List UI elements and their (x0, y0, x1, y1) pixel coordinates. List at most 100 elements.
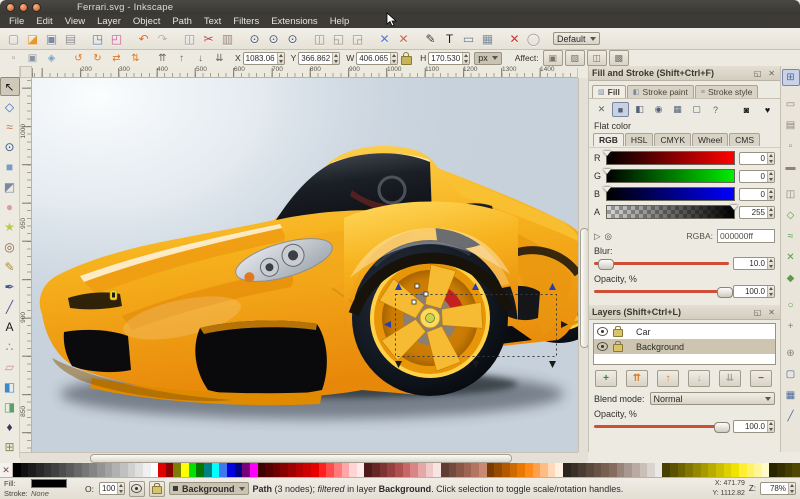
color-space-tab[interactable]: Wheel (692, 133, 728, 146)
palette-swatch[interactable] (647, 463, 655, 477)
tool-button[interactable]: ↖ (0, 77, 20, 96)
palette-swatch[interactable] (525, 463, 533, 477)
command-icon[interactable]: ✕ (375, 30, 394, 48)
layer-visibility-icon[interactable] (597, 327, 608, 336)
palette-swatch[interactable] (288, 463, 296, 477)
paint-type-button[interactable]: ■ (612, 102, 629, 117)
menu-item[interactable]: Filters (228, 15, 264, 28)
blur-slider-handle[interactable] (598, 259, 614, 270)
tool-button[interactable]: ● (0, 197, 20, 216)
channel-input[interactable]: 0 (739, 152, 775, 165)
tool-option-icon[interactable]: ⇄ (107, 50, 126, 66)
palette-swatch[interactable] (372, 463, 380, 477)
menu-item[interactable]: View (60, 15, 90, 28)
palette-swatch[interactable] (471, 463, 479, 477)
palette-swatch[interactable] (387, 463, 395, 477)
command-icon[interactable]: ◪ (23, 30, 42, 48)
tool-button[interactable]: ▱ (0, 358, 20, 377)
menu-item[interactable]: Path (167, 15, 197, 28)
snap-toggle-button[interactable]: ◇ (782, 207, 800, 224)
palette-swatch[interactable] (601, 463, 609, 477)
color-managed-icon[interactable]: ▷ (594, 231, 601, 242)
palette-swatch[interactable] (426, 463, 434, 477)
minimize-window-icon[interactable] (19, 3, 28, 12)
palette-swatch[interactable] (555, 463, 563, 477)
layer-lock-toggle[interactable] (149, 481, 165, 497)
dock-toggle-icon[interactable]: ◱ (752, 69, 764, 78)
command-icon[interactable]: ↷ (153, 30, 172, 48)
palette-swatch[interactable] (464, 463, 472, 477)
tool-option-icon[interactable]: ⇊ (210, 50, 229, 66)
tool-button[interactable]: ⊙ (0, 137, 20, 156)
palette-swatch[interactable] (181, 463, 189, 477)
layer-opacity-input[interactable]: 100.0 (733, 420, 775, 433)
color-space-tab[interactable]: CMS (729, 133, 760, 146)
channel-slider[interactable] (606, 205, 735, 219)
palette-swatch[interactable] (258, 463, 266, 477)
palette-swatch[interactable] (112, 463, 120, 477)
paint-type-button[interactable]: ◧ (631, 102, 648, 117)
command-icon[interactable]: ✂ (199, 30, 218, 48)
palette-swatch[interactable] (594, 463, 602, 477)
layer-action-button[interactable]: − (750, 370, 772, 387)
layer-action-button[interactable]: ⇊ (719, 370, 741, 387)
menu-item[interactable]: Help (325, 15, 355, 28)
tool-button[interactable]: A (0, 318, 20, 337)
palette-swatch[interactable] (97, 463, 105, 477)
command-icon[interactable] (172, 30, 180, 48)
channel-slider-handle[interactable] (603, 169, 611, 174)
palette-swatch[interactable] (494, 463, 502, 477)
palette-swatch[interactable] (158, 463, 166, 477)
layers-header[interactable]: Layers (Shift+Ctrl+L) ◱ ✕ (589, 305, 780, 320)
tool-button[interactable]: ╱ (0, 298, 20, 317)
tool-option-icon[interactable] (145, 50, 153, 66)
palette-swatch[interactable] (693, 463, 701, 477)
palette-swatch[interactable] (204, 463, 212, 477)
tool-option-icon[interactable]: ↻ (88, 50, 107, 66)
palette-swatch[interactable] (785, 463, 793, 477)
command-icon[interactable]: ⊙ (245, 30, 264, 48)
tool-button[interactable]: ♦ (0, 418, 20, 437)
menu-item[interactable]: Edit (31, 15, 57, 28)
tool-button[interactable]: ◨ (0, 398, 20, 417)
channel-input[interactable]: 0 (739, 170, 775, 183)
rgba-input[interactable]: 000000ff (717, 229, 775, 243)
palette-swatch[interactable] (319, 463, 327, 477)
palette-swatch[interactable] (173, 463, 181, 477)
tool-button[interactable]: ≈ (0, 117, 20, 136)
palette-swatch[interactable] (28, 463, 36, 477)
fill-opacity-slider[interactable] (594, 285, 729, 298)
palette-swatch[interactable] (578, 463, 586, 477)
layer-visibility-toggle[interactable] (129, 481, 145, 497)
menu-item[interactable]: Object (128, 15, 165, 28)
palette-swatch[interactable] (349, 463, 357, 477)
tool-option-icon[interactable]: ↺ (69, 50, 88, 66)
palette-swatch[interactable] (609, 463, 617, 477)
vertical-ruler[interactable]: 1000950900850 (20, 78, 32, 452)
menu-item[interactable]: Text (199, 15, 226, 28)
channel-slider[interactable] (606, 169, 735, 183)
command-icon[interactable] (413, 30, 421, 48)
stroke-indicator-value[interactable]: None (31, 489, 49, 498)
palette-swatch[interactable] (640, 463, 648, 477)
command-icon[interactable]: ▢ (4, 30, 23, 48)
palette-swatch[interactable] (212, 463, 220, 477)
snap-toggle-button[interactable]: ▫ (782, 138, 800, 155)
units-dropdown[interactable]: px (474, 52, 502, 65)
tool-option-icon[interactable]: ↓ (191, 50, 210, 66)
tool-option-icon[interactable]: ▫ (4, 50, 23, 66)
palette-swatch[interactable] (403, 463, 411, 477)
palette-swatch[interactable] (571, 463, 579, 477)
channel-slider[interactable] (606, 187, 735, 201)
palette-swatch[interactable] (311, 463, 319, 477)
snap-toggle-button[interactable]: ◫ (782, 186, 800, 203)
palette-swatch[interactable] (242, 463, 250, 477)
palette-swatch[interactable] (51, 463, 59, 477)
palette-swatch[interactable] (296, 463, 304, 477)
palette-swatch[interactable] (120, 463, 128, 477)
command-icon[interactable]: ◳ (88, 30, 107, 48)
command-icon[interactable] (367, 30, 375, 48)
channel-slider-handle[interactable] (603, 151, 611, 156)
palette-swatch[interactable] (66, 463, 74, 477)
snap-toggle-button[interactable]: ▬ (782, 159, 800, 176)
